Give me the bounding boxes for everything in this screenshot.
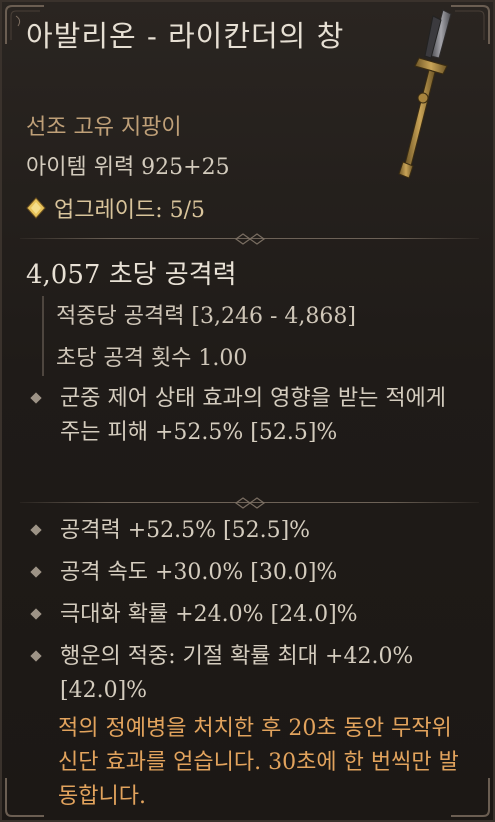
section-divider: [20, 496, 479, 510]
divider-knot-icon: [234, 233, 265, 245]
damage-per-second: 4,057 초당 공격력: [26, 260, 237, 290]
upgrade-label: 업그레이드: 5/5: [54, 198, 206, 223]
affix-line: 공격력 +52.5% [52.5]%: [30, 514, 472, 548]
bullet-diamond-icon: [30, 392, 42, 404]
upgrade-diamond-icon: [26, 197, 46, 219]
item-power: 아이템 위력 925+25: [26, 155, 230, 180]
corner-ornament-icon: [5, 778, 44, 817]
item-name: 아발리온 - 라이칸더의 창: [26, 19, 345, 53]
item-type: 선조 고유 지팡이: [26, 115, 182, 140]
weapon-stats: 적중당 공격력 [3,246 - 4,868] 초당 공격 횟수 1.00: [42, 296, 464, 376]
bullet-diamond-icon: [30, 524, 42, 536]
attacks-per-second: 초당 공격 횟수 1.00: [56, 346, 248, 371]
implicit-affix: 군중 제어 상태 효과의 영향을 받는 적에게 주는 피해 +52.5% [52…: [30, 382, 472, 450]
bullet-diamond-icon: [30, 566, 42, 578]
divider-knot-icon: [234, 497, 265, 509]
affix-line: 공격 속도 +30.0% [30.0]%: [30, 556, 472, 590]
unique-effect: 적의 정예병을 처치한 후 20초 동안 무작위 신단 효과를 얻습니다. 30…: [58, 716, 459, 809]
spear-item-icon: [398, 9, 452, 179]
bullet-diamond-icon: [30, 650, 42, 662]
bullet-diamond-icon: [30, 608, 42, 620]
affix-line: 행운의 적중: 기절 확률 최대 +42.0% [42.0]%: [30, 640, 472, 708]
upgrade-status: 업그레이드: 5/5: [26, 192, 205, 224]
affix-line: 극대화 확률 +24.0% [24.0]%: [30, 598, 472, 632]
section-divider: [20, 232, 479, 246]
damage-per-hit: 적중당 공격력 [3,246 - 4,868]: [56, 304, 356, 329]
item-tooltip: 아발리온 - 라이칸더의 창 선조 고유 지팡이 아이템 위력 925+25 업…: [0, 0, 495, 822]
